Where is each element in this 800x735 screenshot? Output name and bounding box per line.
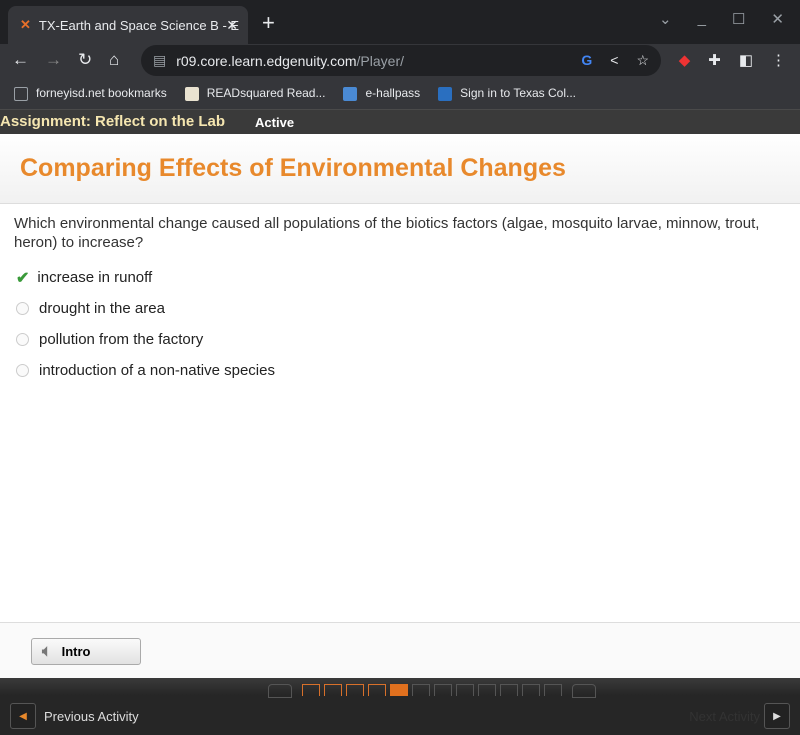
checkmark-icon: ✔ bbox=[16, 269, 30, 287]
google-icon[interactable]: G bbox=[581, 52, 592, 69]
previous-activity-button[interactable]: ◀ Previous Activity bbox=[10, 703, 139, 729]
menu-icon[interactable]: ⋮ bbox=[771, 51, 786, 69]
bookmarks-bar: forneyisd.net bookmarks READsquared Read… bbox=[0, 78, 800, 110]
home-icon[interactable]: ⌂ bbox=[109, 50, 119, 70]
activity-nav: ◀ Previous Activity Next Activity ▶ bbox=[0, 678, 800, 735]
answer-option[interactable]: pollution from the factory bbox=[0, 324, 800, 355]
page-8[interactable] bbox=[456, 684, 474, 696]
url-path: /Player/ bbox=[356, 52, 404, 69]
answer-option[interactable]: drought in the area bbox=[0, 293, 800, 324]
page-2[interactable] bbox=[324, 684, 342, 696]
bookmark-label: Sign in to Texas Col... bbox=[460, 86, 577, 101]
page-next-button[interactable] bbox=[572, 684, 596, 698]
option-label: pollution from the factory bbox=[39, 331, 204, 348]
tab-search-icon[interactable]: ⌄ bbox=[659, 10, 672, 28]
address-bar[interactable]: ▤ r09.core.learn.edgenuity.com/Player/ G… bbox=[141, 45, 661, 76]
page-6[interactable] bbox=[412, 684, 430, 696]
option-label: increase in runoff bbox=[37, 269, 153, 286]
side-panel-icon[interactable]: ◧ bbox=[739, 51, 753, 69]
texas-college-icon bbox=[438, 86, 453, 101]
page-12[interactable] bbox=[544, 684, 562, 696]
reload-icon[interactable]: ↻ bbox=[78, 50, 92, 70]
browser-toolbar: ← → ↻ ⌂ ▤ r09.core.learn.edgenuity.com/P… bbox=[0, 44, 800, 78]
answer-option[interactable]: introduction of a non-native species bbox=[0, 355, 800, 386]
page-1[interactable] bbox=[302, 684, 320, 696]
page-10[interactable] bbox=[500, 684, 518, 696]
new-tab-button[interactable]: + bbox=[262, 10, 275, 36]
assignment-status: Active bbox=[255, 115, 295, 130]
bookmark-item[interactable]: Sign in to Texas Col... bbox=[438, 86, 576, 101]
radio-button[interactable] bbox=[16, 364, 29, 377]
close-tab-icon[interactable]: ✕ bbox=[226, 17, 238, 34]
minimize-icon[interactable]: _ bbox=[698, 10, 706, 28]
answer-option[interactable]: ✔ increase in runoff bbox=[0, 262, 800, 293]
tab-bar: ✕ TX-Earth and Space Science B - E ✕ + ⌄… bbox=[0, 0, 800, 44]
next-label: Next Activity bbox=[689, 708, 760, 724]
activity-footer: 🔈︎ Intro bbox=[0, 622, 800, 678]
site-info-icon[interactable]: ▤ bbox=[153, 52, 166, 69]
page-11[interactable] bbox=[522, 684, 540, 696]
back-icon[interactable]: ← bbox=[12, 50, 29, 70]
bookmark-label: READsquared Read... bbox=[206, 86, 326, 101]
edgenuity-logo-icon: ✕ bbox=[20, 17, 31, 32]
readsquared-icon bbox=[184, 86, 199, 101]
page-3[interactable] bbox=[346, 684, 364, 696]
page-indicator bbox=[262, 684, 602, 698]
share-icon[interactable]: < bbox=[610, 52, 618, 69]
option-label: drought in the area bbox=[39, 300, 165, 317]
question-line: Which environmental change caused all po… bbox=[14, 215, 760, 232]
page-7[interactable] bbox=[434, 684, 452, 696]
radio-button[interactable] bbox=[16, 333, 29, 346]
hallpass-icon bbox=[343, 86, 358, 101]
bookmark-item[interactable]: forneyisd.net bookmarks bbox=[14, 86, 167, 101]
question-line: heron) to increase? bbox=[14, 234, 144, 251]
bookmark-label: forneyisd.net bookmarks bbox=[36, 86, 167, 101]
right-arrow-icon: ▶ bbox=[764, 703, 790, 729]
lesson-header: Comparing Effects of Environmental Chang… bbox=[0, 134, 800, 204]
extensions-puzzle-icon[interactable]: ✚ bbox=[708, 51, 721, 69]
bookmark-label: e-hallpass bbox=[365, 86, 421, 101]
intro-label: Intro bbox=[61, 644, 91, 659]
radio-button[interactable] bbox=[16, 302, 29, 315]
option-label: introduction of a non-native species bbox=[39, 362, 275, 379]
assignment-bar: Assignment: Reflect on the Lab Active bbox=[0, 110, 800, 134]
maximize-icon[interactable]: ☐ bbox=[732, 10, 745, 28]
url-host: r09.core.learn.edgenuity.com bbox=[176, 52, 357, 69]
speaker-icon: 🔈︎ bbox=[42, 642, 52, 660]
bookmark-item[interactable]: e-hallpass bbox=[343, 86, 420, 101]
left-arrow-icon: ◀ bbox=[10, 703, 36, 729]
question-text: Which environmental change caused all po… bbox=[0, 204, 800, 262]
browser-tab[interactable]: ✕ TX-Earth and Space Science B - E ✕ bbox=[8, 6, 248, 44]
folder-icon bbox=[14, 86, 28, 101]
forward-icon[interactable]: → bbox=[45, 50, 62, 70]
page-9[interactable] bbox=[478, 684, 496, 696]
tab-title: TX-Earth and Space Science B - E bbox=[38, 17, 240, 33]
page-4[interactable] bbox=[368, 684, 386, 696]
page-title: Comparing Effects of Environmental Chang… bbox=[20, 154, 566, 182]
intro-button[interactable]: 🔈︎ Intro bbox=[31, 638, 141, 665]
bookmark-item[interactable]: READsquared Read... bbox=[184, 86, 326, 101]
star-icon[interactable]: ☆ bbox=[636, 52, 649, 69]
extension-icon[interactable]: ◆ bbox=[679, 51, 691, 69]
next-activity-button[interactable]: Next Activity ▶ bbox=[689, 703, 790, 729]
page-5[interactable] bbox=[390, 684, 408, 696]
answer-options: ✔ increase in runoff drought in the area … bbox=[0, 262, 800, 386]
prev-label: Previous Activity bbox=[44, 708, 139, 724]
page-prev-button[interactable] bbox=[268, 684, 292, 698]
assignment-title: Assignment: Reflect on the Lab bbox=[0, 113, 226, 130]
close-window-icon[interactable]: ✕ bbox=[771, 10, 784, 28]
